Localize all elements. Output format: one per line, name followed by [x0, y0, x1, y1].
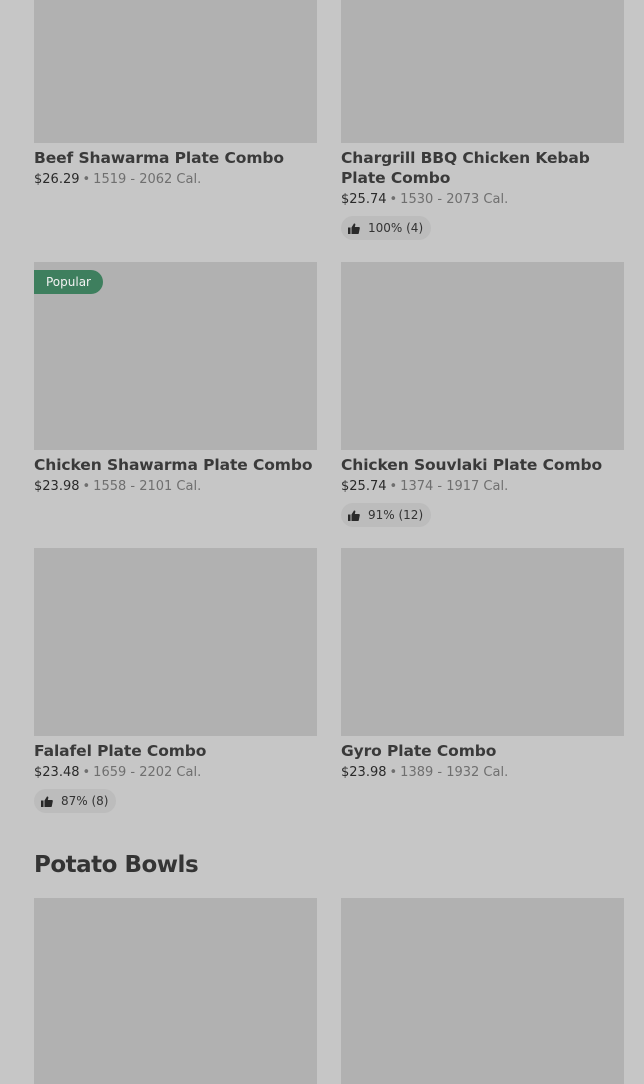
item-price: $23.98	[341, 765, 387, 780]
menu-item-card[interactable]: Popular Chicken Shawarma Plate Combo $23…	[34, 262, 317, 496]
item-calories: 1389 - 1932 Cal.	[400, 765, 509, 780]
item-calories: 1558 - 2101 Cal.	[93, 479, 202, 494]
popular-badge: Popular	[34, 270, 103, 294]
item-meta: $26.29 • 1519 - 2062 Cal.	[34, 171, 317, 189]
rating-text: 91% (12)	[368, 508, 424, 522]
menu-item-card[interactable]: Chargrill BBQ Chicken Kebab Plate Combo …	[341, 0, 624, 240]
thumbs-up-icon	[348, 509, 360, 521]
item-price: $23.98	[34, 479, 80, 494]
item-meta: $23.98 • 1389 - 1932 Cal.	[341, 764, 624, 782]
item-name: Chicken Shawarma Plate Combo	[34, 456, 313, 474]
item-calories: 1519 - 2062 Cal.	[93, 172, 202, 187]
item-price: $23.48	[34, 765, 80, 780]
menu-item-card[interactable]: Beef Shawarma Plate Combo $26.29 • 1519 - …	[34, 0, 317, 189]
item-name: Beef Shawarma Plate Combo	[34, 149, 284, 167]
menu-item-card[interactable]: Chicken Souvlaki Plate Combo $25.74 • 1374…	[341, 262, 624, 527]
rating-pill: 91% (12)	[341, 503, 432, 527]
item-meta: $23.48 • 1659 - 2202 Cal.	[34, 764, 317, 782]
separator-dot: •	[82, 765, 91, 780]
menu-item-card[interactable]: Falafel Plate Combo $23.48 • 1659 - 2202 C…	[34, 548, 317, 813]
item-price: $26.29	[34, 172, 80, 187]
item-name: Chicken Souvlaki Plate Combo	[341, 456, 603, 474]
item-price: $25.74	[341, 192, 387, 207]
menu-item-card[interactable]: Gyro Plate Combo $23.98 • 1389 - 1932 Cal.	[341, 548, 624, 782]
item-image	[34, 898, 317, 1084]
item-image: Popular	[34, 262, 317, 450]
separator-dot: •	[389, 479, 398, 494]
item-name: Chargrill BBQ Chicken Kebab Plate Combo	[341, 149, 590, 187]
thumbs-up-icon	[41, 795, 53, 807]
separator-dot: •	[389, 765, 398, 780]
item-name: Gyro Plate Combo	[341, 742, 497, 760]
item-name: Falafel Plate Combo	[34, 742, 207, 760]
item-calories: 1530 - 2073 Cal.	[400, 192, 509, 207]
rating-pill: 100% (4)	[341, 216, 432, 240]
item-price: $25.74	[341, 479, 387, 494]
item-image	[341, 262, 624, 450]
menu-page: Beef Shawarma Plate Combo $26.29 • 1519 - …	[0, 0, 644, 1084]
thumbs-up-icon	[348, 222, 360, 234]
rating-text: 87% (8)	[61, 794, 109, 808]
separator-dot: •	[389, 192, 398, 207]
menu-item-card[interactable]	[34, 898, 317, 1084]
item-meta: $25.74 • 1374 - 1917 Cal.	[341, 478, 624, 496]
item-calories: 1374 - 1917 Cal.	[400, 479, 509, 494]
item-image	[341, 0, 624, 143]
item-image	[34, 0, 317, 143]
item-image	[34, 548, 317, 736]
separator-dot: •	[82, 172, 91, 187]
item-image	[341, 548, 624, 736]
rating-text: 100% (4)	[368, 221, 424, 235]
section-title-potato-bowls: Potato Bowls	[34, 852, 199, 878]
item-image	[341, 898, 624, 1084]
separator-dot: •	[82, 479, 91, 494]
menu-item-card[interactable]	[341, 898, 624, 1084]
item-meta: $23.98 • 1558 - 2101 Cal.	[34, 478, 317, 496]
item-calories: 1659 - 2202 Cal.	[93, 765, 202, 780]
rating-pill: 87% (8)	[34, 789, 117, 813]
item-meta: $25.74 • 1530 - 2073 Cal.	[341, 191, 624, 209]
